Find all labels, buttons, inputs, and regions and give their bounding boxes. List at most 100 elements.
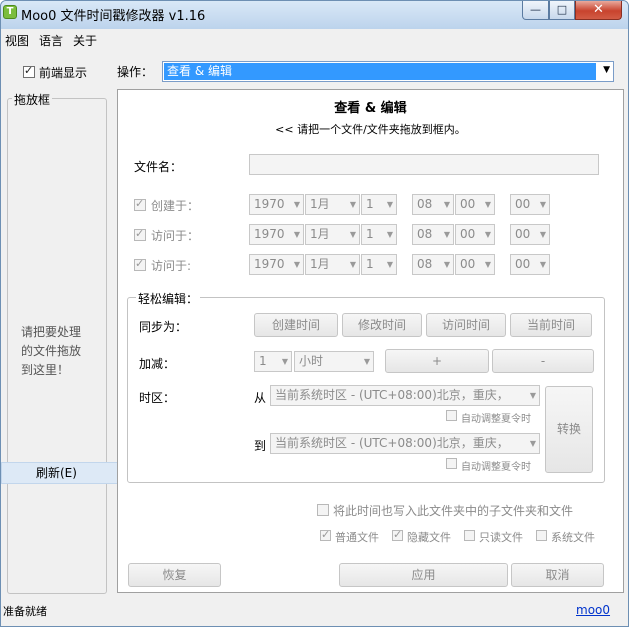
chevron-down-icon: ▼: [539, 230, 546, 239]
sync-created-button[interactable]: 创建时间: [254, 313, 338, 337]
moo0-link[interactable]: moo0: [576, 603, 610, 617]
add-unit-select[interactable]: 小时 ▼: [294, 351, 374, 372]
timezone-label: 时区：: [139, 391, 176, 405]
always-on-top-label: 前端显示: [39, 66, 88, 80]
modified-checkbox[interactable]: [134, 227, 146, 241]
to-timezone: 当前系统时区 - (UTC+08:00)北京，重庆，: [275, 436, 509, 450]
drop-zone-title: 拖放框: [12, 91, 53, 108]
chevron-down-icon: ▼: [363, 357, 370, 366]
add-amount: 1: [259, 354, 267, 368]
to-auto-dst-checkbox[interactable]: [446, 458, 457, 469]
accessed-day: 1: [366, 257, 374, 271]
normal-files-checkbox[interactable]: [320, 528, 331, 541]
created-day: 1: [366, 197, 374, 211]
created-minute-select[interactable]: 00 ▼: [455, 194, 495, 215]
add-amount-select[interactable]: 1 ▼: [254, 351, 292, 372]
always-on-top-checkbox[interactable]: [23, 64, 35, 78]
accessed-year-select[interactable]: 1970 ▼: [249, 254, 304, 275]
created-day-select[interactable]: 1 ▼: [361, 194, 397, 215]
maximize-icon: □: [556, 3, 568, 16]
hidden-files-checkbox[interactable]: [392, 528, 403, 541]
modified-day: 1: [366, 227, 374, 241]
chevron-down-icon: ▼: [529, 391, 536, 400]
system-files-checkbox[interactable]: [536, 530, 547, 541]
accessed-hour-select[interactable]: 08 ▼: [412, 254, 454, 275]
convert-button[interactable]: 转换: [545, 386, 593, 473]
restore-button[interactable]: 恢复: [128, 563, 221, 587]
created-checkbox[interactable]: [134, 197, 146, 211]
chevron-down-icon: ▼: [349, 230, 356, 239]
menu-about[interactable]: 关于: [73, 32, 97, 49]
created-label: 创建于：: [151, 199, 200, 213]
filename-label: 文件名：: [134, 160, 183, 174]
apply-button[interactable]: 应用: [339, 563, 508, 587]
plus-button[interactable]: +: [385, 349, 489, 373]
modified-month-select[interactable]: 1月 ▼: [305, 224, 360, 245]
accessed-month-select[interactable]: 1月 ▼: [305, 254, 360, 275]
chevron-down-icon: ▼: [281, 357, 288, 366]
chevron-down-icon: ▼: [443, 200, 450, 209]
modified-hour-select[interactable]: 08 ▼: [412, 224, 454, 245]
to-auto-dst-label: 自动调整夏令时: [461, 462, 531, 473]
drop-zone-text-2: 的文件拖放: [21, 344, 82, 358]
chevron-down-icon: ▼: [293, 260, 300, 269]
close-icon: ✕: [593, 2, 604, 17]
filename-field[interactable]: [249, 154, 599, 175]
chevron-down-icon: ▼: [484, 260, 491, 269]
to-timezone-select[interactable]: 当前系统时区 - (UTC+08:00)北京，重庆， ▼: [270, 433, 540, 454]
status-bar: 准备就绪 moo0: [1, 598, 628, 626]
minimize-button[interactable]: —: [522, 1, 549, 20]
from-timezone-select[interactable]: 当前系统时区 - (UTC+08:00)北京，重庆， ▼: [270, 385, 540, 406]
subfolder-label: 将此时间也写入此文件夹中的子文件夹和文件: [333, 504, 574, 518]
chevron-down-icon: ▼: [443, 260, 450, 269]
modified-day-select[interactable]: 1 ▼: [361, 224, 397, 245]
close-button[interactable]: ✕: [575, 1, 622, 20]
created-hour-select[interactable]: 08 ▼: [412, 194, 454, 215]
sync-modified-button[interactable]: 修改时间: [342, 313, 422, 337]
drop-zone[interactable]: 拖放框 请把要处理 的文件拖放 到这里！: [7, 91, 107, 594]
sync-now-button[interactable]: 当前时间: [510, 313, 592, 337]
accessed-day-select[interactable]: 1 ▼: [361, 254, 397, 275]
from-label: 从: [254, 391, 267, 405]
accessed-checkbox[interactable]: [134, 257, 146, 271]
maximize-button[interactable]: □: [549, 1, 575, 20]
minus-button[interactable]: -: [492, 349, 594, 373]
window-title: Moo0 文件时间戳修改器 v1.16: [21, 9, 206, 24]
created-second-select[interactable]: 00 ▼: [510, 194, 550, 215]
modified-second-select[interactable]: 00 ▼: [510, 224, 550, 245]
created-month-select[interactable]: 1月 ▼: [305, 194, 360, 215]
drop-zone-text-3: 到这里！: [21, 363, 70, 377]
created-month: 1月: [310, 197, 330, 211]
panel-title: 查看 & 编辑: [334, 101, 407, 116]
add-unit: 小时: [299, 354, 324, 368]
chevron-down-icon: ▼: [443, 230, 450, 239]
accessed-minute: 00: [460, 257, 476, 271]
accessed-second-select[interactable]: 00 ▼: [510, 254, 550, 275]
subfolder-checkbox[interactable]: [317, 504, 329, 516]
operation-select[interactable]: 查看 & 编辑 ▼: [162, 61, 614, 82]
panel-subtitle: << 请把一个文件/文件夹拖放到框内。: [275, 123, 466, 136]
accessed-minute-select[interactable]: 00 ▼: [455, 254, 495, 275]
edit-panel: 查看 & 编辑 << 请把一个文件/文件夹拖放到框内。 文件名： 创建于： 19…: [117, 89, 624, 593]
status-text: 准备就绪: [3, 605, 47, 618]
accessed-year: 1970: [254, 257, 285, 271]
chevron-down-icon: ▼: [484, 200, 491, 209]
add-subtract-label: 加减：: [139, 357, 176, 371]
readonly-files-checkbox[interactable]: [464, 530, 475, 541]
menu-language[interactable]: 语言: [39, 32, 63, 49]
cancel-button[interactable]: 取消: [511, 563, 604, 587]
chevron-down-icon: ▼: [484, 230, 491, 239]
title-bar[interactable]: T Moo0 文件时间戳修改器 v1.16 — □ ✕: [1, 1, 628, 29]
created-year-select[interactable]: 1970 ▼: [249, 194, 304, 215]
minimize-icon: —: [530, 3, 541, 16]
modified-minute-select[interactable]: 00 ▼: [455, 224, 495, 245]
chevron-down-icon: ▼: [349, 260, 356, 269]
from-auto-dst-checkbox[interactable]: [446, 410, 457, 421]
app-icon: T: [3, 5, 17, 19]
modified-second: 00: [515, 227, 531, 241]
system-files-label: 系统文件: [551, 531, 595, 544]
operation-label: 操作：: [117, 65, 154, 79]
menu-view[interactable]: 视图: [5, 32, 29, 49]
modified-year-select[interactable]: 1970 ▼: [249, 224, 304, 245]
sync-accessed-button[interactable]: 访问时间: [426, 313, 506, 337]
